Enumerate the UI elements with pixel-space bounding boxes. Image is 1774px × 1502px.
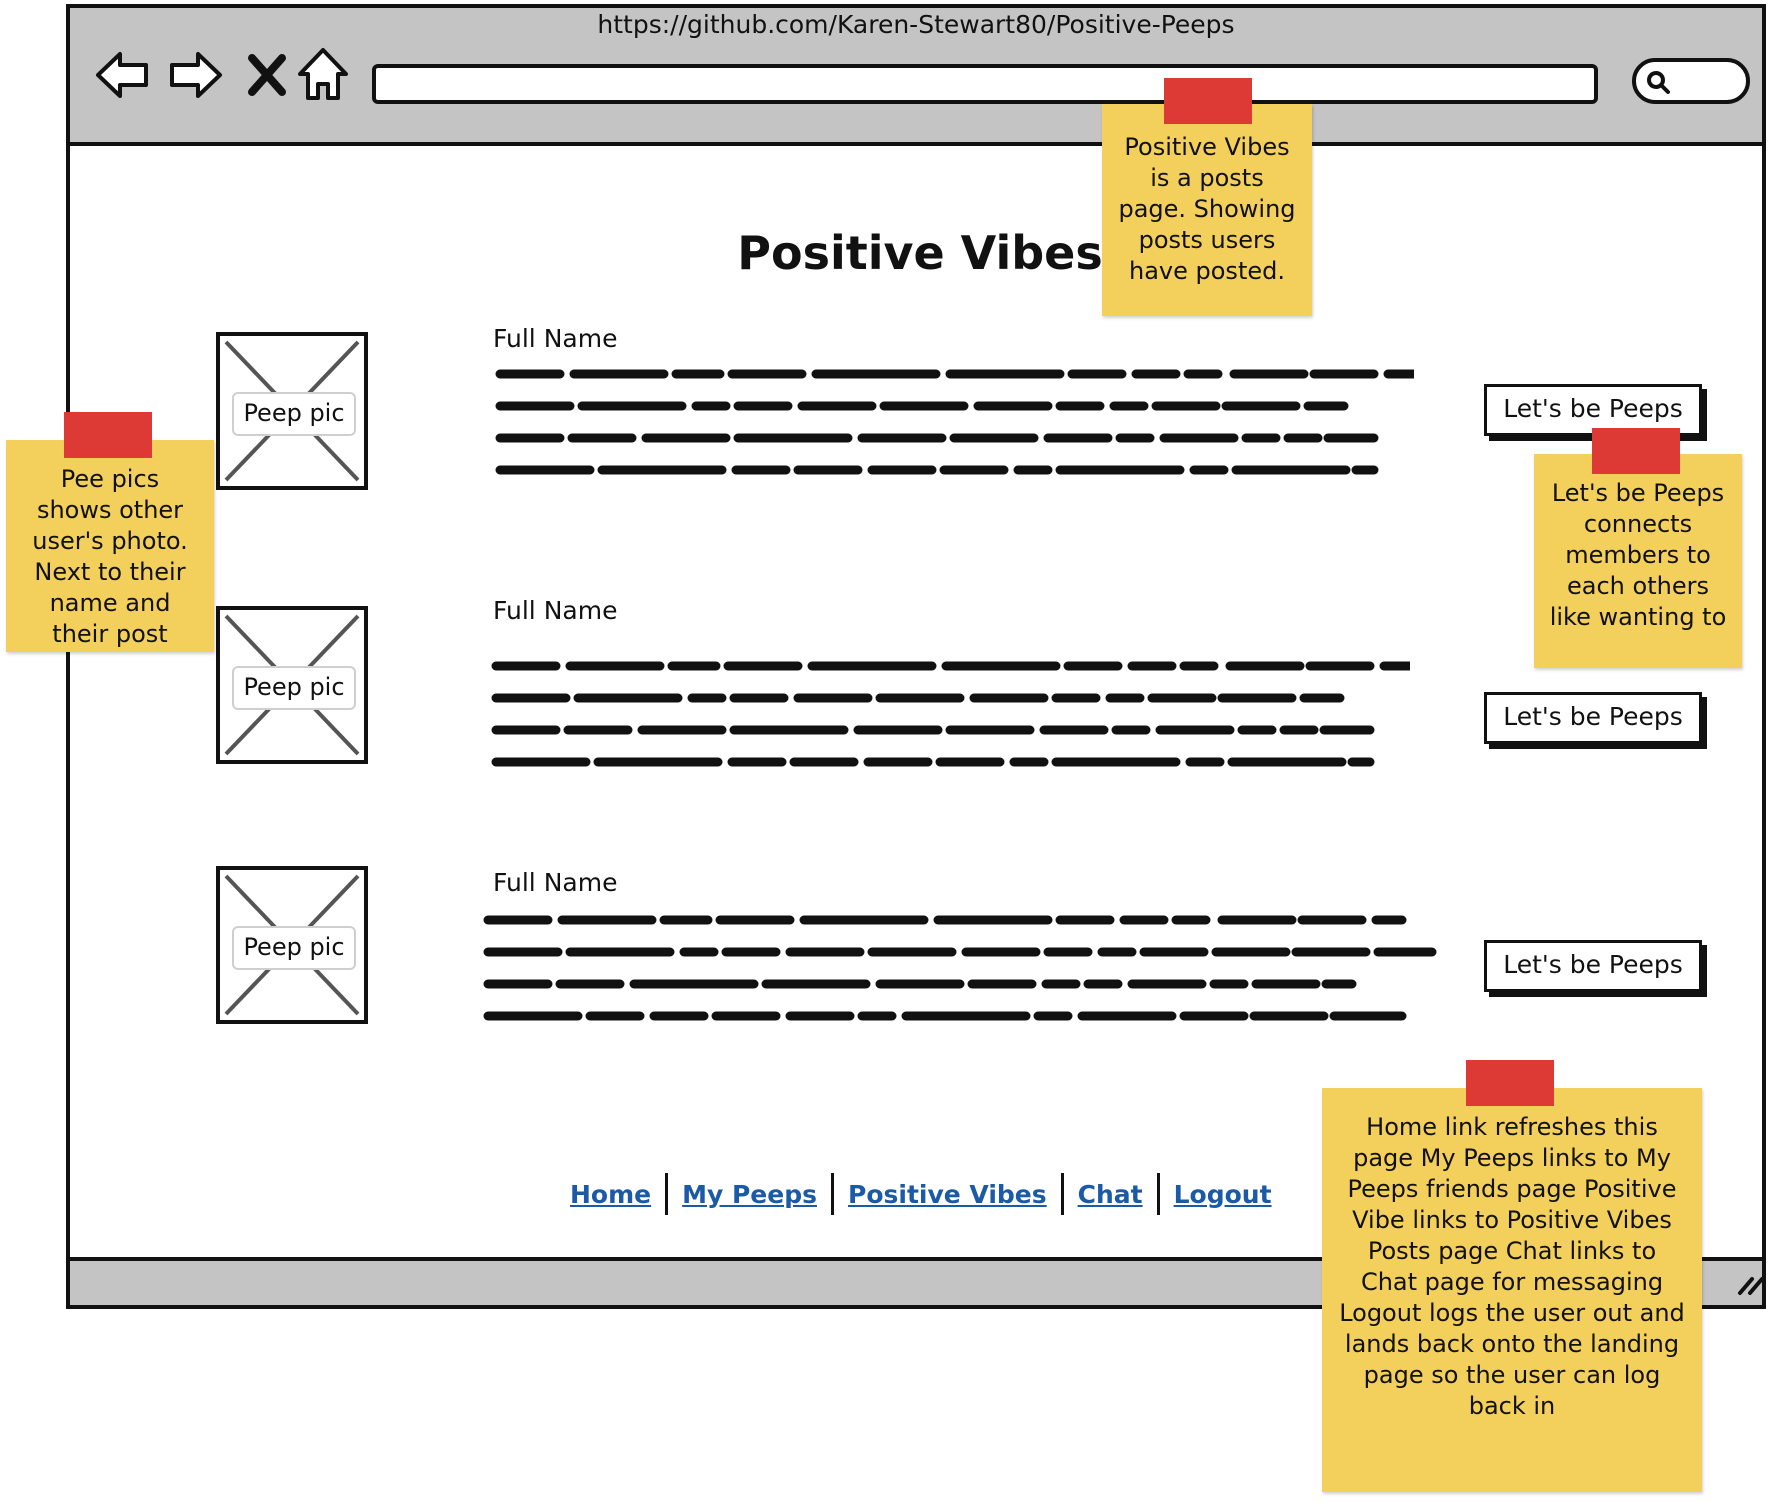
nav-link-my-peeps[interactable]: My Peeps (668, 1180, 831, 1209)
back-arrow-icon[interactable] (92, 44, 154, 106)
nav-link-chat[interactable]: Chat (1064, 1180, 1157, 1209)
sticky-note-text: Positive Vibes is a posts page. Showing … (1118, 133, 1296, 285)
lets-be-peeps-button[interactable]: Let's be Peeps (1484, 940, 1702, 992)
post-author-name: Full Name (493, 324, 618, 353)
home-icon[interactable] (292, 44, 354, 106)
sticky-note-text: Let's be Peeps connects members to each … (1549, 479, 1727, 631)
close-icon[interactable] (236, 44, 298, 106)
post-text-scribble (483, 915, 1437, 1021)
peep-pic-label: Peep pic (232, 926, 356, 970)
peep-pic: Peep pic (216, 866, 368, 1024)
sticky-note-text: Pee pics shows other user's photo. Next … (32, 465, 188, 648)
forward-arrow-icon[interactable] (164, 44, 226, 106)
post-author-name: Full Name (493, 596, 618, 625)
resize-handle-icon[interactable] (1736, 1273, 1766, 1297)
sticky-note-nav: Home link refreshes this page My Peeps l… (1322, 1088, 1702, 1492)
footer-nav: Home My Peeps Positive Vibes Chat Logout (556, 1170, 1286, 1218)
post-author-name: Full Name (493, 868, 618, 897)
sticky-note-text: Home link refreshes this page My Peeps l… (1339, 1113, 1685, 1420)
sticky-note-tape (1164, 78, 1252, 124)
sticky-note-pic: Pee pics shows other user's photo. Next … (6, 440, 214, 652)
address-bar[interactable] (372, 64, 1598, 104)
nav-link-logout[interactable]: Logout (1160, 1180, 1286, 1209)
peep-pic: Peep pic (216, 606, 368, 764)
nav-link-positive-vibes[interactable]: Positive Vibes (834, 1180, 1061, 1209)
post-text-scribble (495, 369, 1414, 475)
sticky-note-tape (1466, 1060, 1554, 1106)
sticky-note-peeps: Let's be Peeps connects members to each … (1534, 454, 1742, 668)
lets-be-peeps-button[interactable]: Let's be Peeps (1484, 692, 1702, 744)
search-icon (1647, 71, 1670, 94)
search-box[interactable] (1632, 58, 1750, 104)
sticky-note-tape (64, 412, 152, 458)
post-text-scribble (491, 661, 1410, 767)
peep-pic: Peep pic (216, 332, 368, 490)
nav-link-home[interactable]: Home (556, 1180, 665, 1209)
peep-pic-label: Peep pic (232, 666, 356, 710)
sticky-note-tape (1592, 428, 1680, 474)
page-title: Positive Vibes (737, 226, 1103, 280)
url-label: https://github.com/Karen-Stewart80/Posit… (597, 10, 1235, 39)
sticky-note-title: Positive Vibes is a posts page. Showing … (1102, 104, 1312, 316)
peep-pic-label: Peep pic (232, 392, 356, 436)
